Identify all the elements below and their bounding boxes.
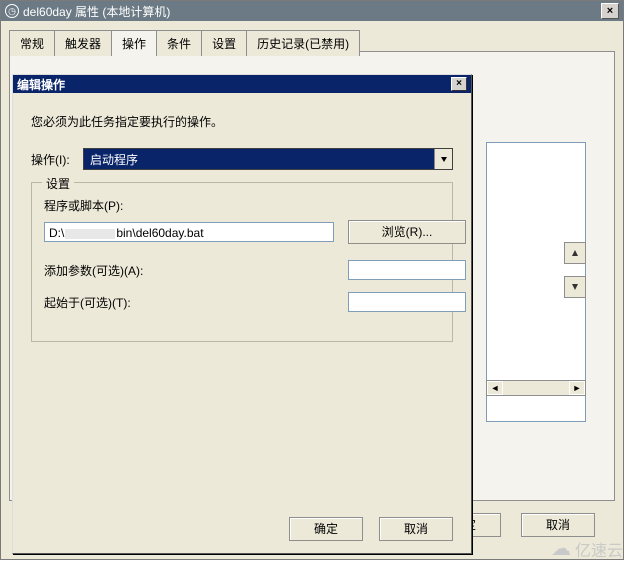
arrow-down-icon xyxy=(571,283,579,291)
horizontal-scrollbar[interactable]: ◄ ► xyxy=(486,380,586,396)
action-dropdown[interactable]: 启动程序 xyxy=(83,148,453,170)
startin-input[interactable] xyxy=(348,292,466,312)
args-input[interactable] xyxy=(348,260,466,280)
cloud-icon: ☁ xyxy=(551,536,571,561)
dropdown-arrow-icon xyxy=(434,149,452,169)
dialog-button-row: 确定 取消 xyxy=(289,517,453,541)
parent-close-button[interactable]: × xyxy=(601,3,619,19)
args-label: 添加参数(可选)(A): xyxy=(44,262,334,279)
program-label: 程序或脚本(P): xyxy=(44,197,334,214)
parent-cancel-button[interactable]: 取消 xyxy=(521,513,595,537)
tab-general[interactable]: 常规 xyxy=(9,30,55,56)
action-label: 操作(I): xyxy=(31,151,83,168)
edit-action-dialog: 编辑操作 × 您必须为此任务指定要执行的操作。 操作(I): 启动程序 设置 程… xyxy=(12,74,472,554)
program-input[interactable]: D:\bin\del60day.bat xyxy=(44,222,334,242)
dialog-body: 您必须为此任务指定要执行的操作。 操作(I): 启动程序 设置 程序或脚本(P)… xyxy=(13,93,471,342)
dialog-close-button[interactable]: × xyxy=(451,77,467,91)
dialog-titlebar[interactable]: 编辑操作 × xyxy=(13,75,471,93)
dialog-title: 编辑操作 xyxy=(17,76,65,93)
parent-tabs: 常规 触发器 操作 条件 设置 历史记录(已禁用) xyxy=(9,30,615,56)
move-down-button[interactable] xyxy=(564,276,586,298)
redacted-path xyxy=(65,229,115,239)
settings-groupbox: 设置 程序或脚本(P): D:\bin\del60day.bat 浏览(R)..… xyxy=(31,182,453,342)
startin-label: 起始于(可选)(T): xyxy=(44,294,334,311)
scroll-left-icon[interactable]: ◄ xyxy=(487,381,503,395)
dialog-ok-button[interactable]: 确定 xyxy=(289,517,363,541)
browse-button[interactable]: 浏览(R)... xyxy=(348,220,466,244)
tab-history[interactable]: 历史记录(已禁用) xyxy=(246,30,360,56)
action-dropdown-value: 启动程序 xyxy=(90,151,138,168)
tab-triggers[interactable]: 触发器 xyxy=(54,30,112,56)
scroll-right-icon[interactable]: ► xyxy=(569,381,585,395)
settings-legend: 设置 xyxy=(42,175,74,192)
tab-actions[interactable]: 操作 xyxy=(111,30,157,56)
move-up-button[interactable] xyxy=(564,242,586,264)
dialog-instruction: 您必须为此任务指定要执行的操作。 xyxy=(31,113,453,130)
parent-window-title: del60day 属性 (本地计算机) xyxy=(23,3,170,20)
clock-icon: ◷ xyxy=(5,4,19,18)
dialog-cancel-button[interactable]: 取消 xyxy=(379,517,453,541)
parent-titlebar[interactable]: ◷ del60day 属性 (本地计算机) × xyxy=(1,1,623,21)
tab-conditions[interactable]: 条件 xyxy=(156,30,202,56)
tab-settings[interactable]: 设置 xyxy=(201,30,247,56)
watermark: ☁ 亿速云 xyxy=(551,536,623,561)
arrow-up-icon xyxy=(571,249,579,257)
